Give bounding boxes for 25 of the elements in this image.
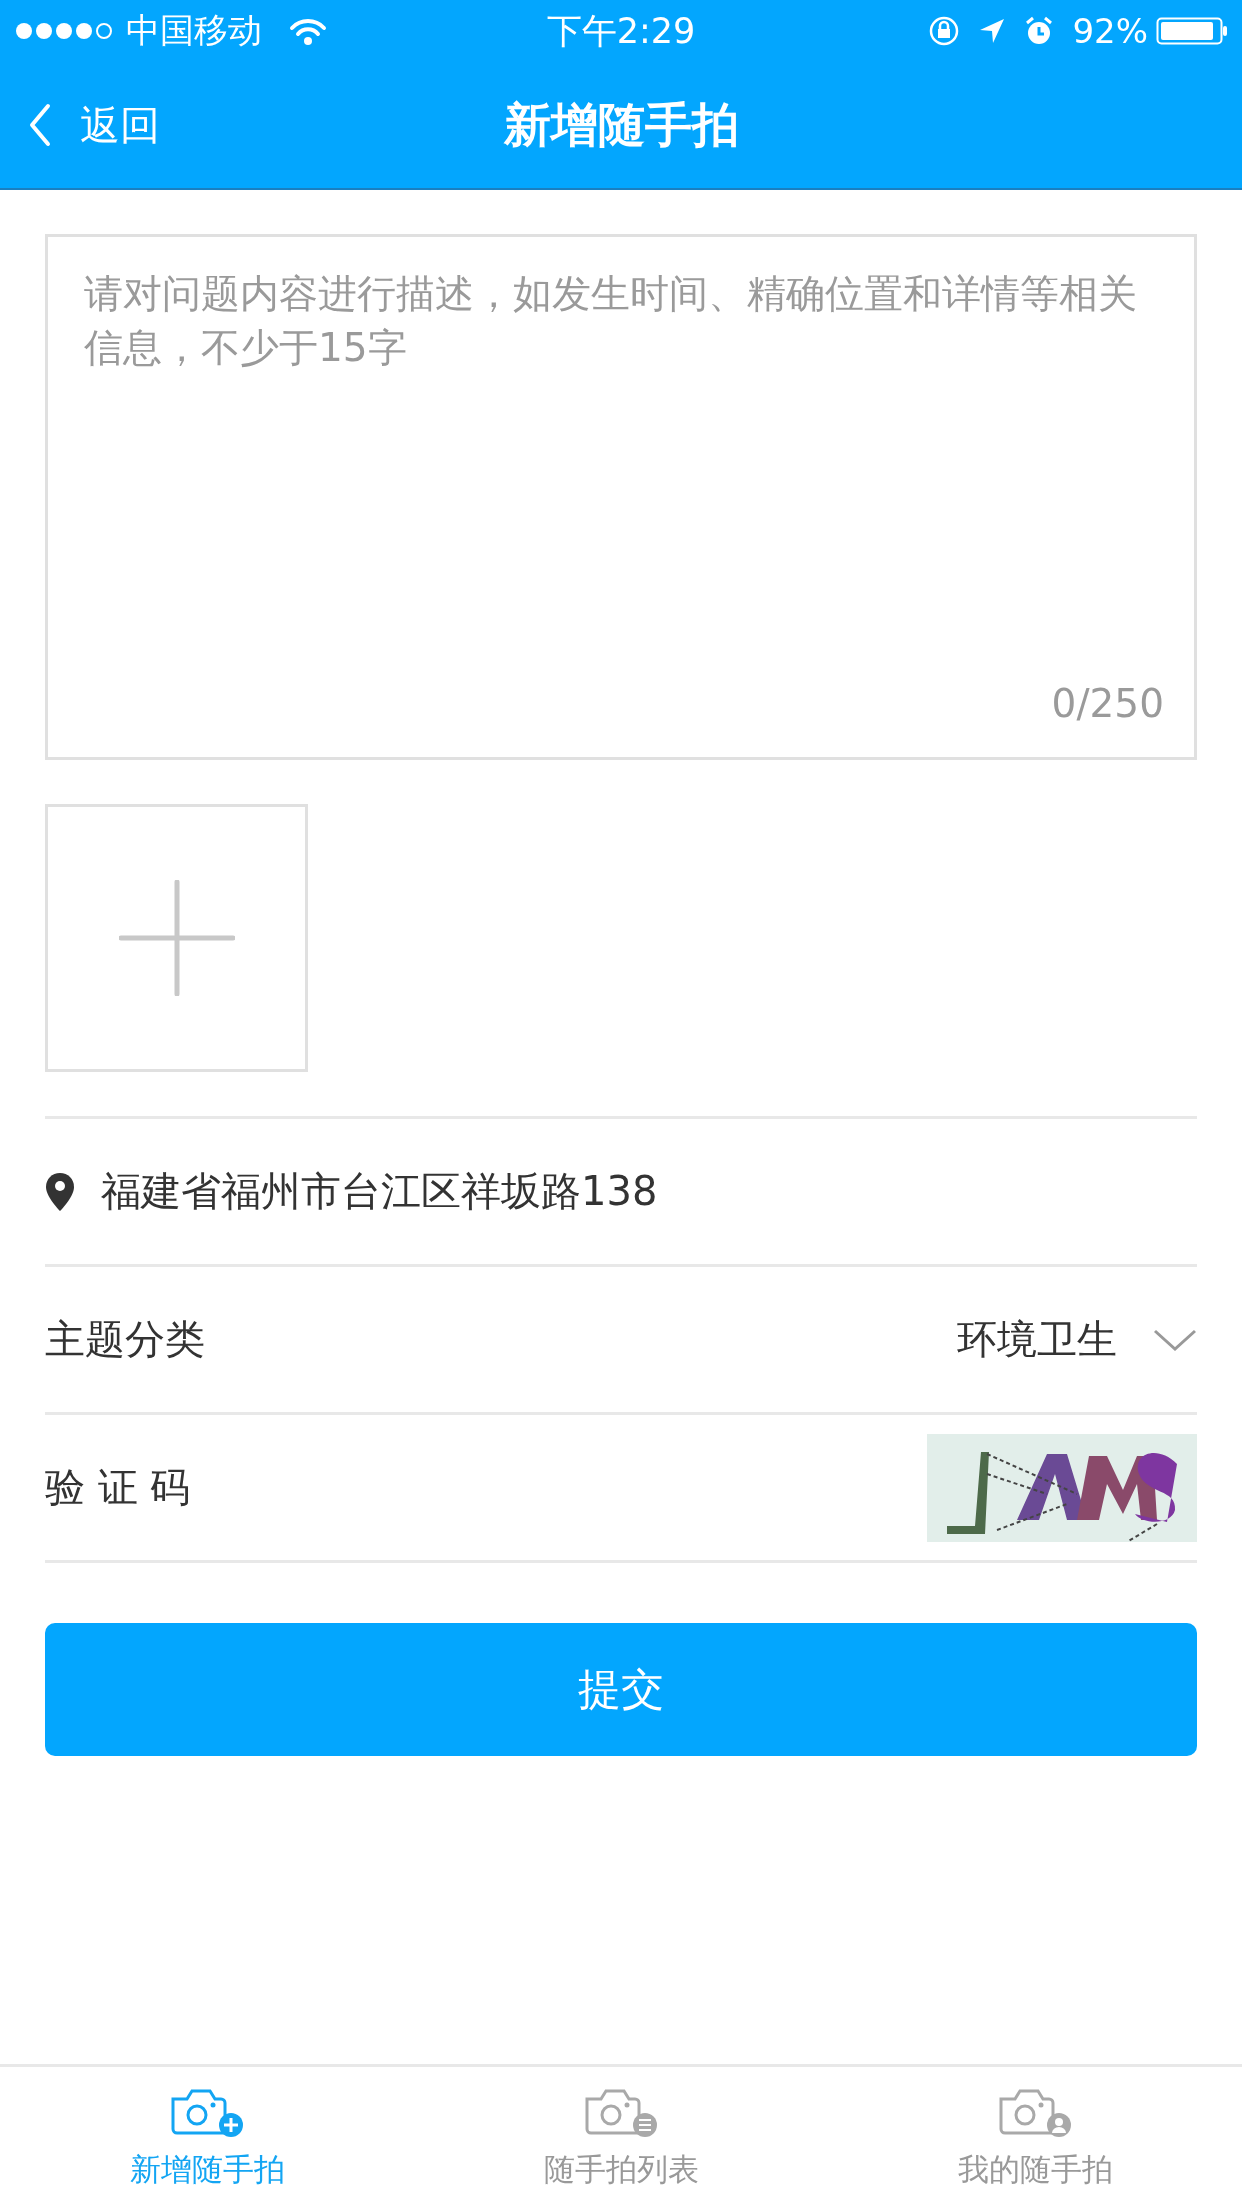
add-photo-button[interactable] [45, 804, 308, 1072]
field-label: 主题分类 [45, 1315, 206, 1364]
signal-icon [14, 21, 114, 41]
location-arrow-icon [978, 17, 1007, 45]
plus-icon [118, 880, 235, 996]
alarm-icon [1024, 16, 1055, 46]
tab-item[interactable]: 随手拍列表 [414, 2067, 828, 2208]
character-counter: 0/250 [1051, 681, 1164, 726]
tab-item[interactable]: 我的随手拍 [828, 2067, 1242, 2208]
back-chevron-icon [28, 103, 52, 147]
battery-icon [1156, 15, 1228, 47]
field-label: 验 证 码 [45, 1463, 192, 1512]
clock-time: 下午2:29 [546, 10, 696, 51]
submit-button[interactable]: 提交 [45, 1623, 1197, 1756]
location-address: 福建省福州市台江区祥坂路138 [101, 1167, 658, 1216]
battery-percent: 92% [1072, 11, 1148, 51]
tab-item[interactable]: 新增随手拍 [0, 2067, 414, 2208]
category-dropdown[interactable]: 环境卫生 [957, 1312, 1197, 1367]
carrier-name: 中国移动 [126, 9, 262, 52]
location-pin-icon [45, 1171, 75, 1212]
page-title: 新增随手拍 [503, 96, 739, 152]
rotation-lock-icon [928, 15, 961, 47]
chevron-down-icon [1153, 1327, 1197, 1352]
back-button[interactable]: 返回 [0, 96, 166, 154]
wifi-icon [288, 16, 328, 46]
